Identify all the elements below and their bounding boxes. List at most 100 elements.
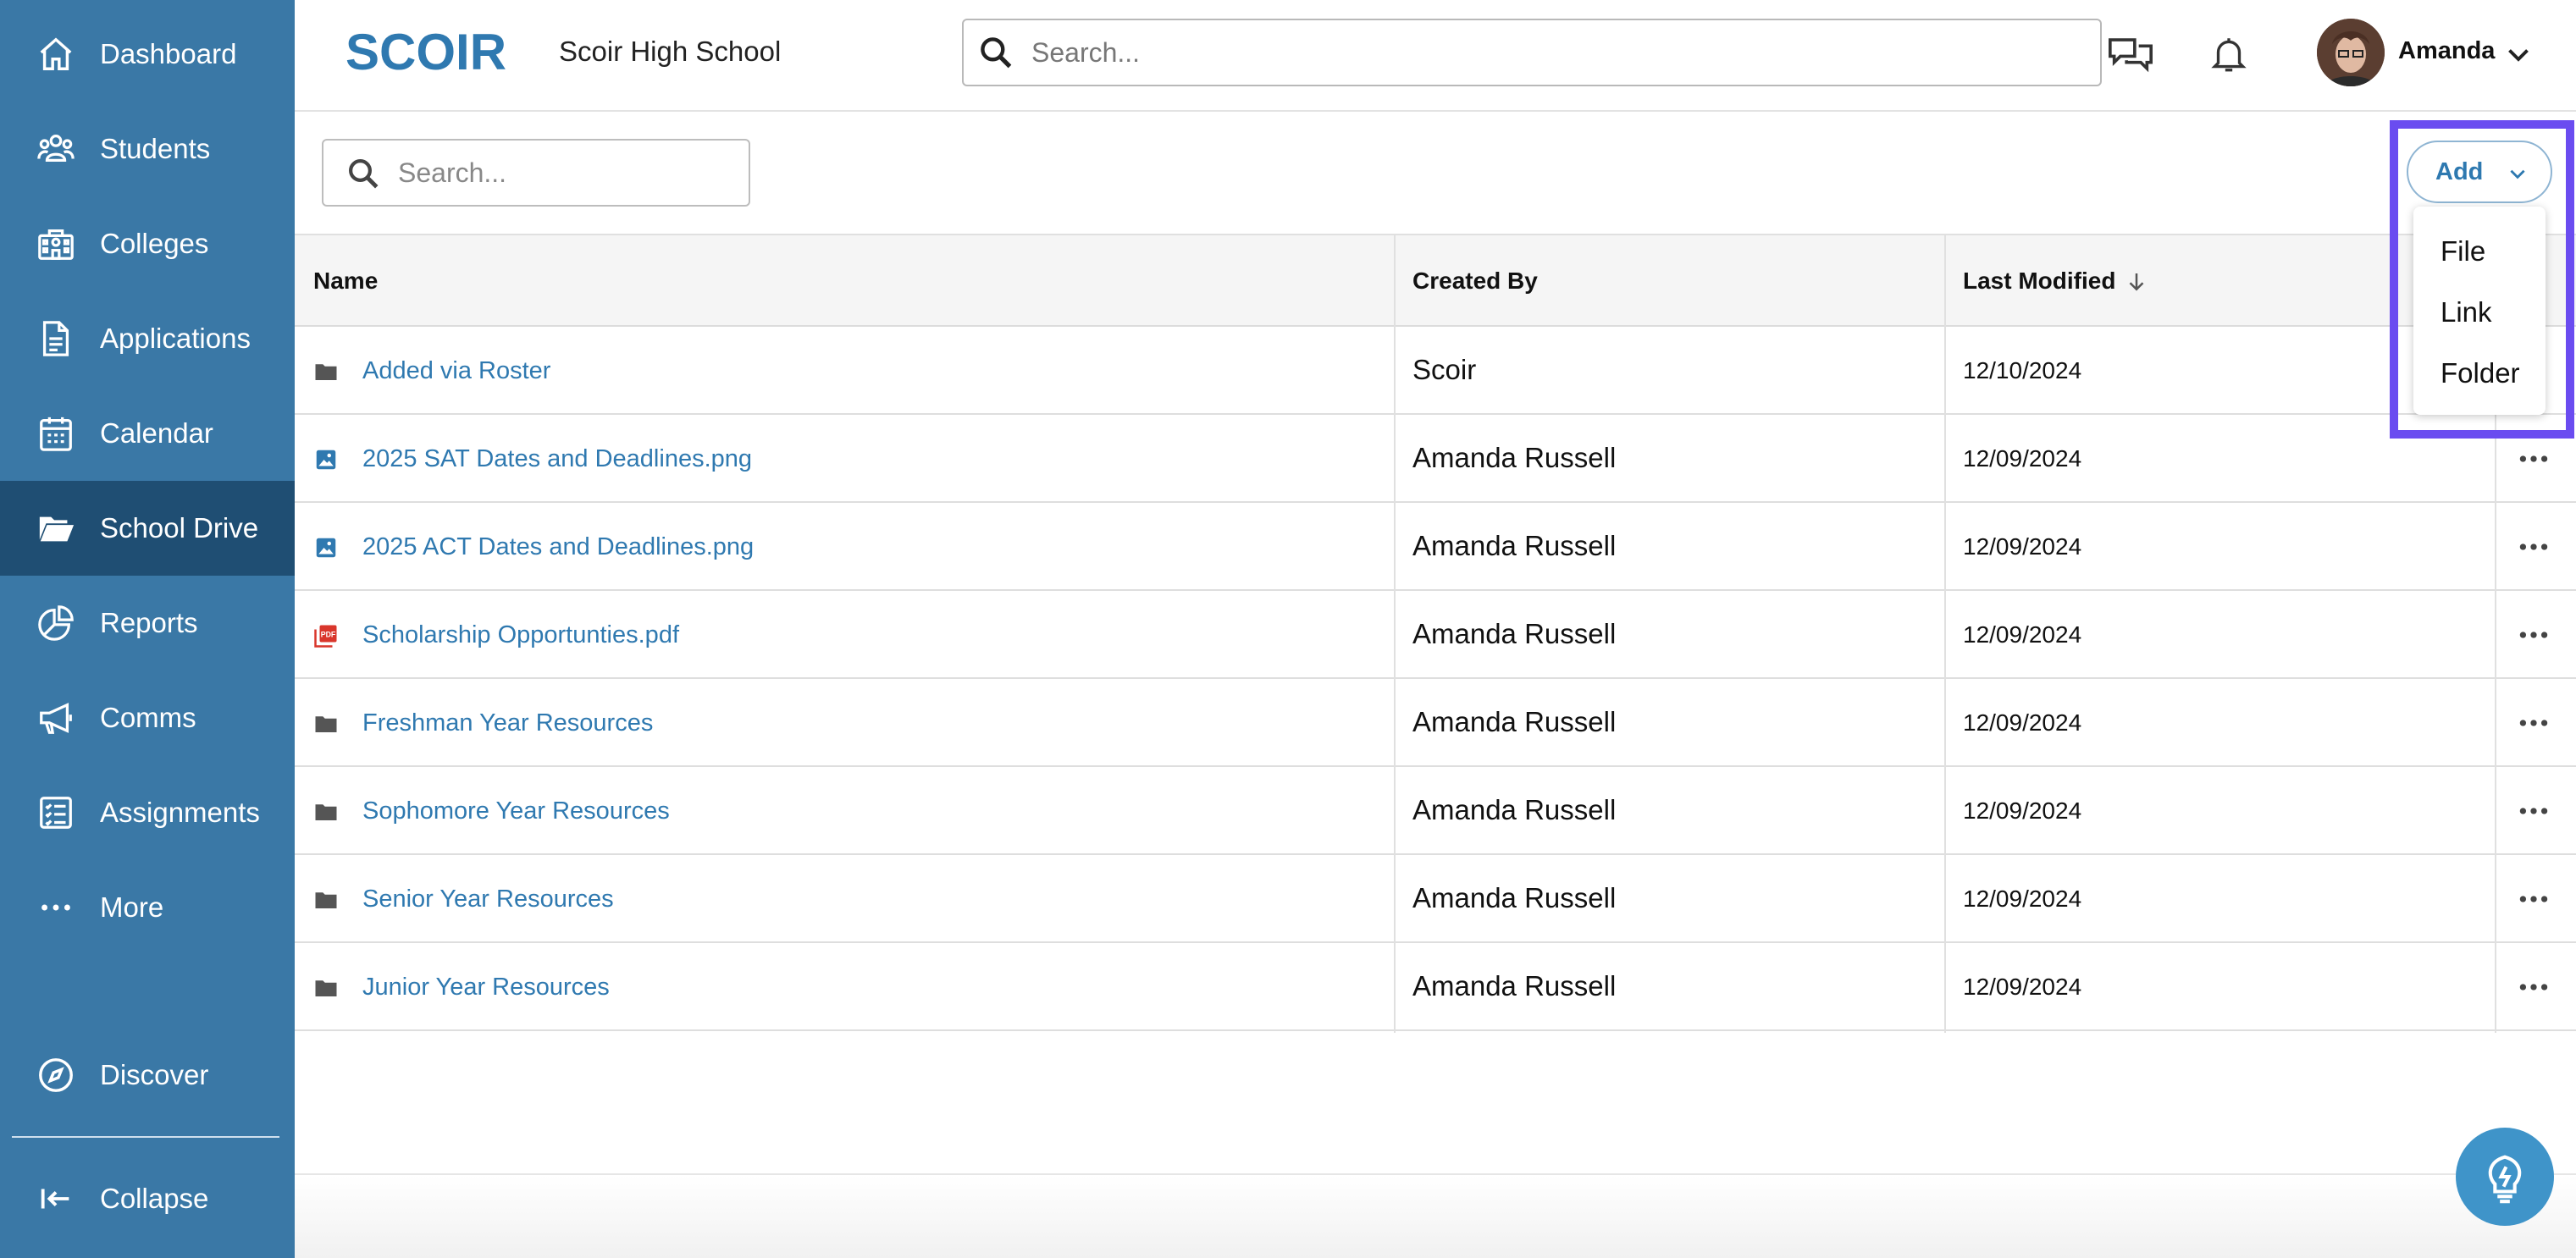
table-row[interactable]: Junior Year Resources Amanda Russell 12/… — [295, 943, 2576, 1031]
chevron-down-icon[interactable] — [2503, 39, 2534, 69]
sidebar-item-discover[interactable]: Discover — [0, 1028, 295, 1123]
row-actions-button[interactable] — [2508, 882, 2559, 916]
search-icon — [349, 159, 379, 189]
global-search-input[interactable] — [1031, 30, 2081, 74]
folder-icon — [315, 892, 337, 908]
last-modified: 12/09/2024 — [1963, 445, 2082, 472]
sidebar-item-label: Discover — [100, 1059, 209, 1090]
global-search — [962, 19, 2102, 86]
image-file-icon — [316, 538, 336, 558]
last-modified: 12/09/2024 — [1963, 974, 2082, 1000]
column-header-last-modified[interactable]: Last Modified — [1963, 268, 2115, 295]
sidebar-item-label: Dashboard — [100, 38, 237, 69]
avatar[interactable] — [2317, 19, 2385, 86]
add-menu-item-folder[interactable]: Folder — [2441, 357, 2520, 389]
messages-button[interactable] — [2105, 29, 2156, 80]
add-menu-item-file[interactable]: File — [2441, 235, 2485, 268]
column-divider — [1944, 234, 1946, 1033]
sidebar-item-more[interactable]: More — [0, 860, 295, 955]
file-name-link[interactable]: Sophomore Year Resources — [362, 797, 670, 825]
drive-search — [322, 139, 750, 207]
notifications-button[interactable] — [2203, 29, 2254, 80]
chat-bubbles-icon — [2109, 38, 2153, 73]
row-actions-button[interactable] — [2508, 794, 2559, 828]
pdf-file-icon: PDF — [314, 625, 337, 648]
sidebar-item-label: Applications — [100, 323, 251, 354]
ellipsis-icon — [2519, 543, 2548, 550]
file-name-link[interactable]: Scholarship Opportunties.pdf — [362, 621, 679, 649]
column-header-created-by[interactable]: Created By — [1412, 268, 1538, 295]
row-actions-button[interactable] — [2508, 530, 2559, 564]
document-icon — [34, 317, 78, 361]
add-button[interactable]: Add — [2407, 141, 2552, 203]
add-menu: File Link Folder — [2413, 207, 2546, 415]
file-name-link[interactable]: Junior Year Resources — [362, 974, 610, 1001]
table-row[interactable]: Freshman Year Resources Amanda Russell 1… — [295, 679, 2576, 767]
collapse-icon — [34, 1177, 78, 1221]
students-icon — [34, 127, 78, 171]
created-by: Scoir — [1412, 354, 1477, 385]
home-icon — [34, 32, 78, 76]
sidebar-item-dashboard[interactable]: Dashboard — [0, 7, 295, 102]
ellipsis-icon — [2519, 808, 2548, 814]
bell-icon — [2211, 38, 2247, 72]
pie-chart-icon — [34, 601, 78, 645]
row-actions-button[interactable] — [2508, 970, 2559, 1004]
sidebar-item-assignments[interactable]: Assignments — [0, 765, 295, 860]
sort-arrow-down-icon[interactable] — [2124, 269, 2149, 295]
table-row[interactable]: Senior Year Resources Amanda Russell 12/… — [295, 855, 2576, 943]
add-menu-item-link[interactable]: Link — [2441, 296, 2492, 328]
column-header-name[interactable]: Name — [313, 268, 378, 295]
sidebar-item-applications[interactable]: Applications — [0, 291, 295, 386]
created-by: Amanda Russell — [1412, 882, 1617, 913]
column-divider — [1394, 234, 1396, 1033]
help-button[interactable] — [2456, 1128, 2554, 1226]
sidebar-collapse-button[interactable]: Collapse — [0, 1151, 295, 1246]
table-row[interactable]: 2025 SAT Dates and Deadlines.png Amanda … — [295, 415, 2576, 503]
ellipsis-icon — [2519, 984, 2548, 990]
sidebar-item-label: Collapse — [100, 1183, 209, 1214]
ellipsis-icon — [2519, 632, 2548, 638]
scoir-logo[interactable]: SCOIR — [345, 24, 520, 80]
table-row[interactable]: 2025 ACT Dates and Deadlines.png Amanda … — [295, 503, 2576, 591]
table-row[interactable]: Sophomore Year Resources Amanda Russell … — [295, 767, 2576, 855]
user-name[interactable]: Amanda — [2398, 37, 2495, 65]
sidebar-item-students[interactable]: Students — [0, 102, 295, 196]
row-actions-button[interactable] — [2508, 442, 2559, 476]
table-header: Name Created By Last Modified — [295, 234, 2576, 327]
table-row[interactable]: PDF Scholarship Opportunties.pdf Amanda … — [295, 591, 2576, 679]
sidebar-divider — [12, 1136, 279, 1138]
file-name-link[interactable]: Senior Year Resources — [362, 886, 614, 913]
sidebar-item-reports[interactable]: Reports — [0, 576, 295, 670]
drive-search-input[interactable] — [398, 151, 737, 195]
sidebar-item-calendar[interactable]: Calendar — [0, 386, 295, 481]
chevron-down-icon — [2510, 169, 2525, 179]
file-name-link[interactable]: Freshman Year Resources — [362, 709, 653, 737]
footer-area — [295, 1175, 2576, 1258]
table-row[interactable]: Added via Roster Scoir 12/10/2024 — [295, 327, 2576, 415]
image-file-icon — [316, 450, 336, 470]
last-modified: 12/09/2024 — [1963, 621, 2082, 648]
college-icon — [34, 222, 78, 266]
sidebar-item-label: More — [100, 891, 164, 923]
row-actions-button[interactable] — [2508, 706, 2559, 740]
sidebar-item-label: Calendar — [100, 417, 213, 449]
ellipsis-icon — [2519, 720, 2548, 726]
file-name-link[interactable]: Added via Roster — [362, 357, 550, 385]
sidebar-item-colleges[interactable]: Colleges — [0, 196, 295, 291]
created-by: Amanda Russell — [1412, 530, 1617, 561]
sidebar-item-school-drive[interactable]: School Drive — [0, 481, 295, 576]
file-name-link[interactable]: 2025 ACT Dates and Deadlines.png — [362, 533, 754, 561]
lightbulb-icon — [2488, 1155, 2522, 1204]
last-modified: 12/10/2024 — [1963, 357, 2082, 383]
top-header: SCOIR Scoir High School Amanda — [295, 0, 2576, 112]
ellipsis-icon — [34, 886, 78, 930]
sidebar-item-label: Assignments — [100, 797, 260, 828]
sidebar-item-label: Reports — [100, 607, 198, 638]
row-actions-button[interactable] — [2508, 618, 2559, 652]
folder-icon — [315, 804, 337, 820]
calendar-icon — [34, 411, 78, 455]
sidebar-item-label: School Drive — [100, 512, 259, 543]
sidebar-item-comms[interactable]: Comms — [0, 670, 295, 765]
file-name-link[interactable]: 2025 SAT Dates and Deadlines.png — [362, 445, 752, 473]
